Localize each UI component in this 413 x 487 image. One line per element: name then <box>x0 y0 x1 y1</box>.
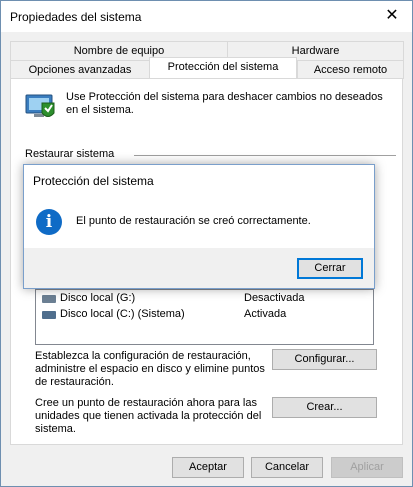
tab-remote-access[interactable]: Acceso remoto <box>297 60 404 79</box>
ok-button[interactable]: Aceptar <box>172 457 244 478</box>
dialog-title: Protección del sistema <box>33 174 154 188</box>
list-item[interactable]: Disco local (G:) Desactivada <box>36 291 373 307</box>
drive-status: Desactivada <box>244 292 305 304</box>
create-text: Cree un punto de restauración ahora para… <box>35 397 262 435</box>
tab-advanced-options[interactable]: Opciones avanzadas <box>10 60 150 79</box>
restore-point-dialog: Protección del sistema i El punto de res… <box>23 164 375 289</box>
list-item[interactable]: Disco local (C:) (Sistema) Activada <box>36 307 373 323</box>
drive-icon <box>42 295 56 303</box>
configure-text: Establezca la configuración de restaurac… <box>35 350 265 388</box>
drive-status: Activada <box>244 308 287 320</box>
close-button[interactable]: Cerrar <box>297 258 363 279</box>
dialog-message: El punto de restauración se creó correct… <box>76 215 311 227</box>
drives-list[interactable]: Disco local (G:) Desactivada Disco local… <box>35 289 374 345</box>
intro-text: Use Protección del sistema para deshacer… <box>66 91 383 116</box>
cancel-button[interactable]: Cancelar <box>251 457 323 478</box>
restore-heading: Restaurar sistema <box>25 148 115 160</box>
apply-button[interactable]: Aplicar <box>331 457 403 478</box>
restore-divider <box>134 155 396 156</box>
close-icon[interactable]: ✕ <box>382 6 402 26</box>
system-protection-icon <box>25 94 55 117</box>
info-icon: i <box>36 209 62 235</box>
create-button[interactable]: Crear... <box>272 397 377 418</box>
drive-name: Disco local (G:) <box>60 292 136 304</box>
configure-button[interactable]: Configurar... <box>272 349 377 370</box>
dialog-footer: Cerrar <box>24 248 374 288</box>
window-title: Propiedades del sistema <box>10 10 142 24</box>
tab-system-protection[interactable]: Protección del sistema <box>149 57 297 79</box>
title-bar[interactable]: Propiedades del sistema ✕ <box>1 1 412 32</box>
system-drive-icon <box>42 311 56 319</box>
drive-name: Disco local (C:) (Sistema) <box>60 308 185 320</box>
